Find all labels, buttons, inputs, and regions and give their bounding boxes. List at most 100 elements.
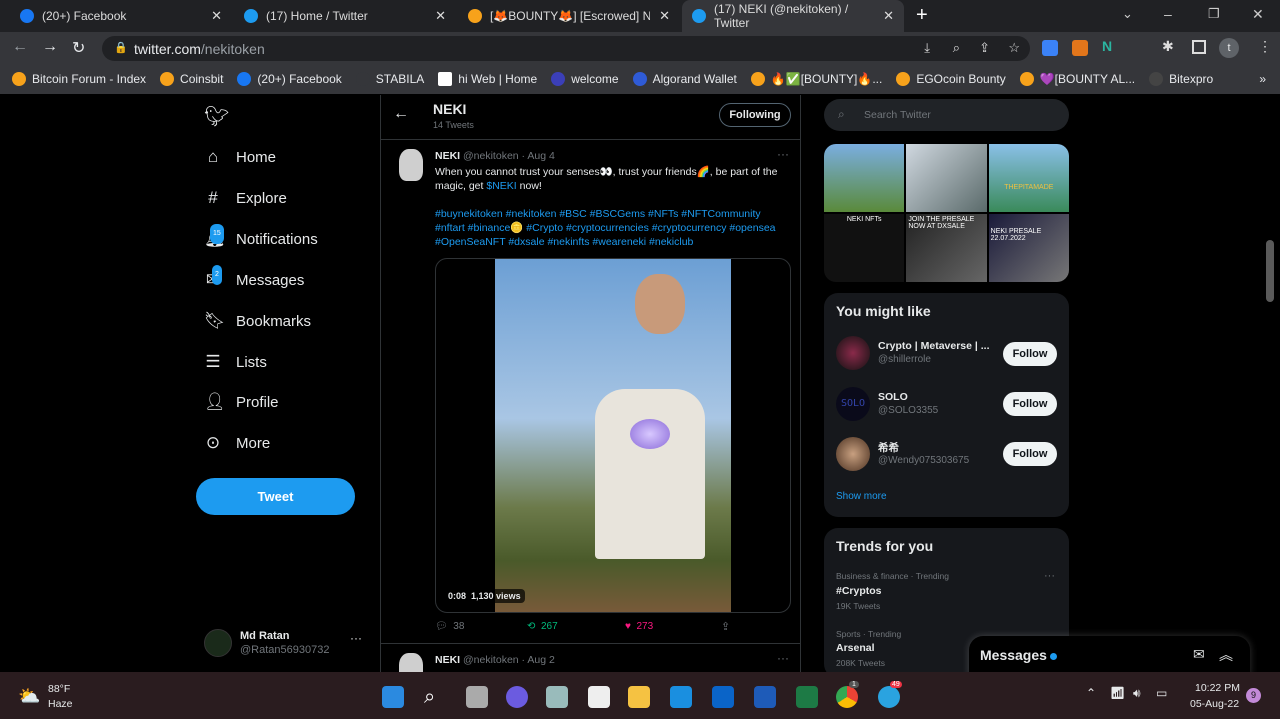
volume-icon[interactable]: 🔊︎	[1133, 686, 1141, 701]
wifi-icon[interactable]: 📶︎	[1110, 686, 1125, 700]
outlook-icon[interactable]	[712, 686, 734, 708]
teams-icon[interactable]	[506, 686, 528, 708]
notification-count[interactable]: 9	[1246, 688, 1261, 703]
forward-icon[interactable]: →	[42, 38, 58, 56]
new-message-icon[interactable]: ✉	[1193, 646, 1205, 663]
mail-icon[interactable]	[670, 686, 692, 708]
sidebar-item-lists[interactable]: ☰ Lists	[204, 353, 266, 371]
clock-time[interactable]: 10:22 PM	[1195, 682, 1240, 694]
reply-button[interactable]: 💬︎ 38	[435, 621, 464, 632]
bookmark[interactable]: hi Web | Home	[438, 72, 537, 86]
tab-neki-twitter[interactable]: (17) NEKI (@nekitoken) / Twitter ✕	[682, 0, 904, 32]
start-icon[interactable]	[382, 686, 404, 708]
tab-bounty[interactable]: [🦊BOUNTY🦊] [Escrowed] NEKI✕	[458, 0, 680, 32]
like-button[interactable]: ♥ 273	[625, 621, 653, 632]
bookmark[interactable]: 💜[BOUNTY AL...	[1019, 72, 1135, 86]
twitter-logo-icon[interactable]: 🐦︎	[204, 104, 229, 129]
media-tile[interactable]	[824, 144, 905, 212]
user-avatar[interactable]	[836, 437, 870, 471]
media-tile[interactable]	[906, 144, 987, 212]
media-tile[interactable]: JOIN THE PRESALE NOW AT DXSALE	[906, 214, 987, 282]
close-tab-icon[interactable]: ✕	[211, 8, 222, 24]
sidebar-item-notifications[interactable]: 🔔︎15Notifications	[204, 224, 318, 248]
close-window-button[interactable]: ✕	[1252, 6, 1264, 23]
tray-chevron-icon[interactable]: ⌃	[1086, 686, 1096, 700]
more-icon[interactable]: ···	[777, 651, 789, 665]
bookmark[interactable]: Bitexpro	[1149, 72, 1213, 86]
bookmark[interactable]: 🔥✅[BOUNTY]🔥...	[750, 72, 882, 86]
clock-date[interactable]: 05-Aug-22	[1190, 698, 1239, 710]
sidebar-item-profile[interactable]: 👤︎ Profile	[204, 393, 279, 411]
word-icon[interactable]	[754, 686, 776, 708]
address-bar[interactable]: 🔒 twitter.com/nekitoken ☆ ⇪ ⌕ ⤓	[102, 36, 1030, 61]
battery-icon[interactable]: ▭	[1156, 686, 1167, 700]
telegram-icon[interactable]: 49	[878, 681, 902, 708]
more-icon[interactable]: ···	[777, 147, 789, 161]
media-tile[interactable]: THEPITAMADE	[988, 144, 1069, 212]
menu-icon[interactable]: ⋮	[1258, 38, 1272, 55]
messages-drawer[interactable]: Messages ✉ ︽	[969, 636, 1250, 676]
follow-button[interactable]: Follow	[1003, 342, 1057, 366]
install-icon[interactable]: ⤓	[924, 40, 930, 56]
follow-button[interactable]: Follow	[1003, 392, 1057, 416]
bookmark[interactable]: (20+) Facebook	[237, 72, 342, 86]
search-box[interactable]: ⌕ Search Twitter	[824, 99, 1069, 131]
excel-icon[interactable]	[796, 686, 818, 708]
extensions-icon[interactable]: ✱	[1162, 38, 1174, 55]
extension-n-icon[interactable]: N	[1102, 38, 1112, 54]
more-bookmarks[interactable]: »	[1259, 72, 1266, 86]
extension-k-icon[interactable]	[1042, 40, 1058, 56]
tweet-button[interactable]: Tweet	[196, 478, 355, 515]
bookmark[interactable]: Algorand Wallet	[632, 72, 737, 86]
restore-button[interactable]: ❐	[1208, 6, 1220, 22]
retweet-button[interactable]: ⟲ 267	[527, 621, 558, 632]
show-more-link[interactable]: Show more	[836, 491, 887, 502]
sidebar-item-bookmarks[interactable]: 🔖︎ Bookmarks	[204, 312, 311, 330]
bookmark[interactable]: Bitcoin Forum - Index	[12, 72, 146, 86]
reload-icon[interactable]: ↻	[72, 38, 85, 58]
user-avatar[interactable]	[836, 336, 870, 370]
new-tab-button[interactable]: +	[916, 4, 928, 27]
more-icon[interactable]: ···	[350, 631, 362, 645]
store-icon[interactable]	[588, 686, 610, 708]
more-icon[interactable]: ···	[1044, 570, 1055, 582]
sidebar-item-messages[interactable]: ✉2Messages	[204, 265, 304, 289]
sidebar-item-home[interactable]: ⌂ Home	[204, 148, 276, 166]
metamask-icon[interactable]	[1072, 40, 1088, 56]
widgets-icon[interactable]	[546, 686, 568, 708]
bookmark[interactable]: EGOcoin Bounty	[896, 72, 1006, 86]
account-switcher[interactable]: Md Ratan @Ratan56930732 ···	[204, 629, 374, 659]
sidebar-item-more[interactable]: ⊙ More	[204, 434, 270, 452]
scrollbar[interactable]	[1266, 240, 1274, 302]
media-tile[interactable]: NEKI NFTs	[824, 214, 905, 282]
bookmark-star-icon[interactable]: ☆	[1008, 40, 1020, 56]
tweet-hashtags[interactable]: #buynekitoken #nekitoken #BSC #BSCGems #…	[435, 207, 785, 249]
close-tab-icon[interactable]: ✕	[883, 8, 894, 24]
sidebar-item-explore[interactable]: # Explore	[204, 189, 287, 207]
cashtag-link[interactable]: $NEKI	[486, 180, 516, 192]
minimize-button[interactable]: –	[1164, 6, 1172, 22]
tab-search-icon[interactable]: ⌄	[1122, 6, 1133, 22]
following-button[interactable]: Following	[719, 103, 791, 127]
search-icon[interactable]: ⌕	[424, 686, 446, 708]
bookmark[interactable]: STABILA	[355, 72, 424, 86]
trend-item[interactable]: Business & finance · Trending #Cryptos 1…	[824, 568, 1069, 618]
user-avatar[interactable]: SOLO	[836, 387, 870, 421]
zoom-icon[interactable]: ⌕	[953, 40, 960, 56]
back-icon[interactable]: ←	[12, 38, 28, 56]
bookmark[interactable]: Coinsbit	[160, 72, 223, 86]
profile-avatar[interactable]: t	[1219, 38, 1239, 58]
media-tile[interactable]: NEKI PRESALE 22.07.2022	[988, 214, 1069, 282]
expand-icon[interactable]: ︽	[1219, 645, 1233, 665]
chrome-icon[interactable]: 1	[836, 681, 859, 708]
back-arrow-icon[interactable]: ←	[393, 105, 409, 123]
tweet[interactable]: NEKI @nekitoken · Aug 2 ···	[381, 645, 801, 683]
bookmark[interactable]: welcome	[551, 72, 619, 86]
task-view-icon[interactable]	[466, 686, 488, 708]
tab-twitter-home[interactable]: (17) Home / Twitter ✕	[234, 0, 456, 32]
close-tab-icon[interactable]: ✕	[659, 8, 670, 24]
follow-button[interactable]: Follow	[1003, 442, 1057, 466]
share-icon[interactable]: ⇪	[979, 40, 990, 56]
tweet[interactable]: NEKI @nekitoken · Aug 4 ··· When you can…	[381, 141, 801, 644]
close-tab-icon[interactable]: ✕	[435, 8, 446, 24]
